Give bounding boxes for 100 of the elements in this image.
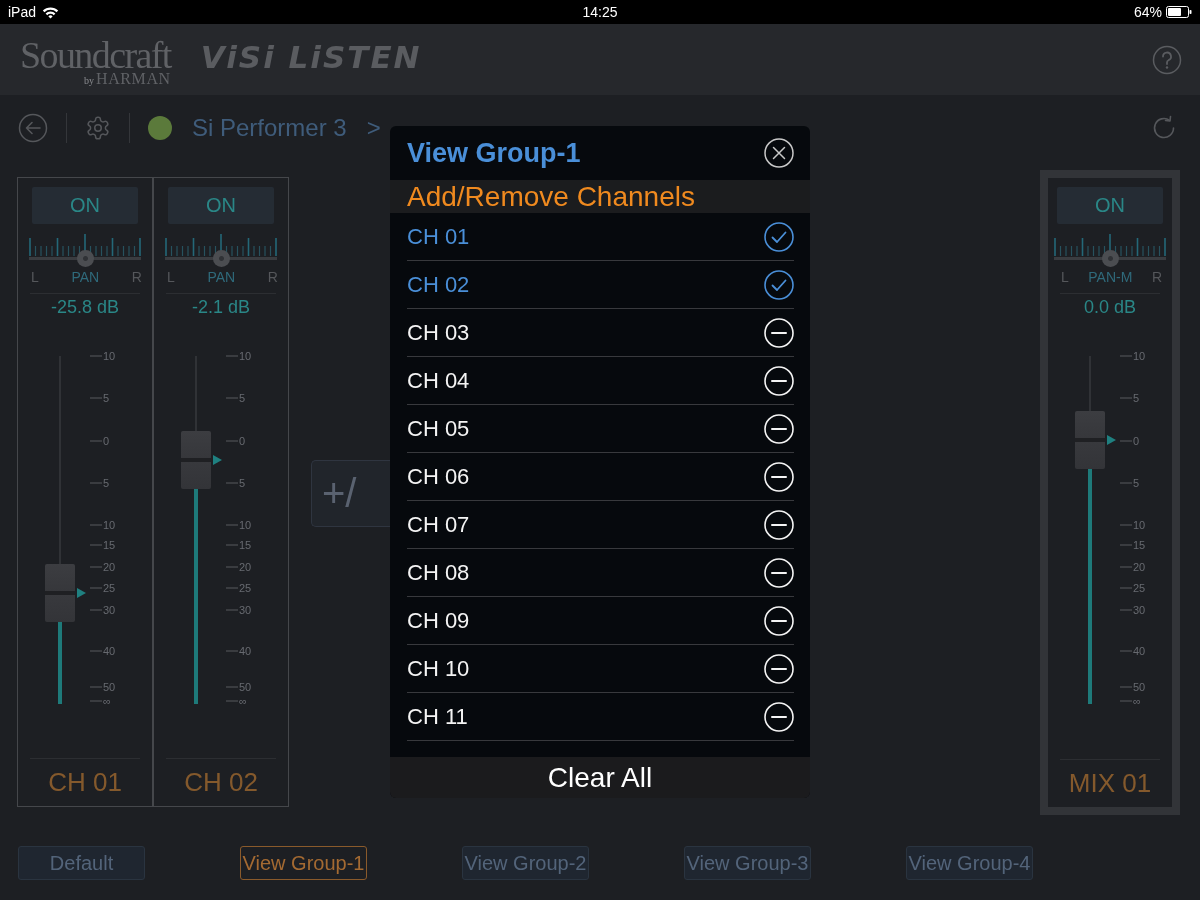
close-icon	[764, 138, 794, 168]
check-circle-icon	[764, 221, 794, 252]
channel-row[interactable]: CH 07	[407, 501, 794, 549]
scale-mark: 20	[90, 561, 116, 574]
scale-mark: 10	[1120, 350, 1146, 362]
scale-mark: 5	[1120, 477, 1140, 489]
pan-knob[interactable]	[77, 250, 94, 267]
help-button[interactable]	[1152, 44, 1182, 75]
scale-mark: 15	[90, 538, 116, 551]
level-reading: 0.0 dB	[1083, 297, 1136, 318]
clock-time: 14:25	[582, 4, 618, 20]
scale-mark: 5	[1120, 391, 1140, 404]
scale-mark: 10	[1120, 518, 1146, 531]
triangle-marker-icon	[1107, 434, 1116, 445]
brand-logo-text: Soundcraft	[20, 38, 171, 71]
channel-row[interactable]: CH 05	[407, 405, 794, 453]
channel-row[interactable]: CH 10	[407, 645, 794, 693]
triangle-marker-icon	[77, 587, 86, 598]
pan-scale-icon	[1054, 234, 1166, 256]
pan-label: PAN	[207, 269, 236, 285]
scale-mark: 10	[90, 518, 116, 531]
pan-scale-icon	[165, 234, 277, 256]
wifi-icon	[42, 5, 60, 19]
clear-all-button[interactable]: Clear All	[390, 757, 810, 798]
breadcrumb-separator: >	[366, 113, 381, 142]
on-button[interactable]: ON	[168, 187, 274, 224]
channel-row[interactable]: CH 06	[407, 453, 794, 501]
pan-label: PAN-M	[1088, 269, 1133, 285]
minus-circle-icon	[764, 509, 794, 540]
dialog-title: View Group-1	[407, 137, 581, 169]
pan-right-label: R	[131, 269, 142, 285]
fader-knob[interactable]	[45, 563, 75, 622]
scale-mark: 30	[226, 604, 252, 617]
dialog-subtitle: Add/Remove Channels	[407, 180, 695, 213]
scale-mark: 40	[1120, 645, 1146, 658]
strip-name: CH 02	[184, 767, 258, 797]
check-circle-icon	[764, 269, 794, 300]
scale-mark: 5	[226, 391, 246, 404]
pan-scale-icon	[29, 234, 141, 256]
channel-row[interactable]: CH 02	[407, 261, 794, 309]
scale-mark: 10	[226, 350, 252, 362]
level-reading: -2.1 dB	[191, 297, 250, 318]
scale-mark: 0	[90, 435, 110, 448]
settings-icon	[85, 114, 111, 141]
channel-row[interactable]: CH 04	[407, 357, 794, 405]
on-button[interactable]: ON	[32, 187, 138, 224]
scale-mark: 20	[1120, 561, 1146, 574]
back-button[interactable]	[18, 112, 48, 143]
scale-mark: 10	[90, 350, 116, 362]
scale-mark: 25	[1120, 582, 1146, 595]
strip-name: MIX 01	[1068, 768, 1152, 798]
pan-left-label: L	[167, 269, 175, 285]
minus-circle-icon	[764, 557, 794, 588]
company-text: HARMAN	[96, 69, 171, 87]
minus-circle-icon	[764, 461, 794, 492]
minus-circle-icon	[764, 701, 794, 732]
on-button[interactable]: ON	[1057, 187, 1163, 224]
scale-mark: 5	[226, 477, 246, 489]
scale-mark: 15	[1120, 538, 1146, 551]
scale-mark: 10	[226, 518, 252, 531]
byline-text: by	[84, 74, 94, 86]
channel-row[interactable]: CH 01	[407, 213, 794, 261]
minus-circle-icon	[764, 653, 794, 684]
fader-knob[interactable]	[1075, 410, 1105, 469]
pan-right-label: R	[1151, 269, 1162, 285]
scale-mark: 50	[90, 680, 116, 693]
scale-mark: 25	[226, 582, 252, 595]
battery-percent: 64%	[1133, 4, 1162, 20]
scale-mark: 30	[1120, 604, 1146, 617]
scale-mark: ∞	[226, 694, 247, 707]
scale-mark: ∞	[1120, 694, 1141, 707]
strip-name: CH 01	[48, 767, 122, 797]
pan-right-label: R	[267, 269, 278, 285]
settings-button[interactable]	[85, 114, 111, 141]
scale-mark: 5	[90, 477, 110, 489]
fader-knob[interactable]	[181, 431, 211, 490]
channel-row[interactable]: CH 08	[407, 549, 794, 597]
scale-mark: 50	[1120, 680, 1146, 693]
view-tab[interactable]: View Group-1	[240, 846, 367, 880]
pan-knob[interactable]	[1102, 250, 1119, 267]
pan-left-label: L	[31, 269, 39, 285]
channel-row[interactable]: CH 11	[407, 693, 794, 741]
scale-mark: 30	[90, 604, 116, 617]
pan-knob[interactable]	[213, 250, 230, 267]
minus-circle-icon	[764, 365, 794, 396]
channel-row[interactable]: CH 03	[407, 309, 794, 357]
minus-circle-icon	[764, 413, 794, 444]
scale-mark: 40	[226, 645, 252, 658]
pan-label: PAN	[71, 269, 100, 285]
scale-mark: 20	[226, 561, 252, 574]
close-button[interactable]	[764, 138, 794, 168]
scale-mark: 0	[226, 435, 246, 448]
level-reading: -25.8 dB	[50, 297, 119, 318]
scale-mark: 5	[90, 391, 110, 404]
channel-row[interactable]: CH 09	[407, 597, 794, 645]
scale-mark: ∞	[90, 694, 111, 707]
scale-mark: 25	[90, 582, 116, 595]
battery-icon	[1166, 6, 1192, 18]
pan-left-label: L	[1061, 269, 1069, 285]
scale-mark: 0	[1120, 435, 1140, 448]
